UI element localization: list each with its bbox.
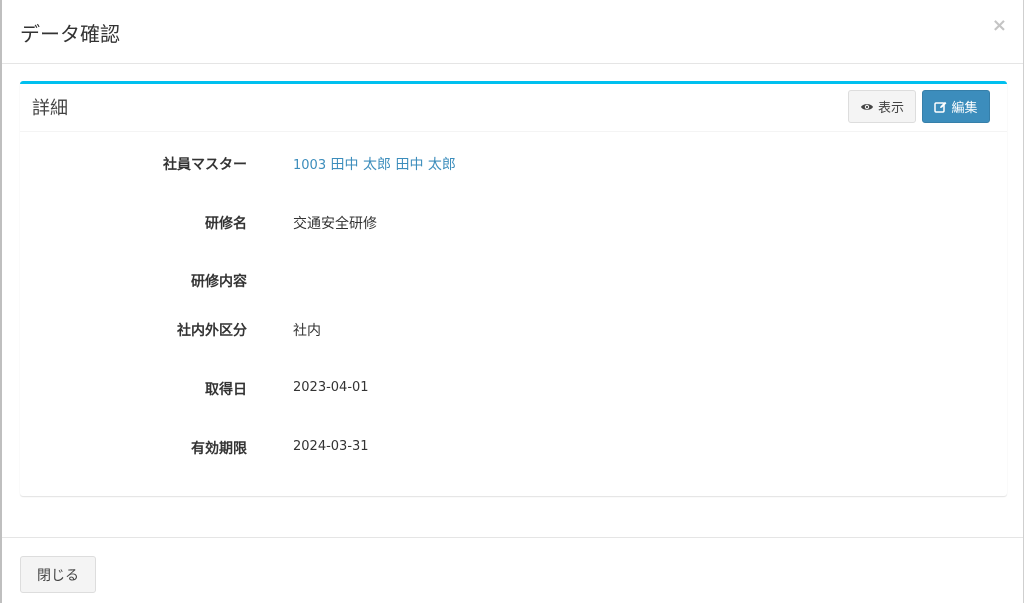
modal-header: データ確認 × bbox=[2, 0, 1023, 64]
close-button[interactable]: 閉じる bbox=[20, 556, 96, 593]
field-label: 研修内容 bbox=[191, 274, 247, 290]
detail-box-title: 詳細 bbox=[32, 98, 68, 119]
edit-icon bbox=[934, 101, 947, 113]
view-button[interactable]: 表示 bbox=[848, 90, 916, 123]
detail-box-header: 詳細 表示 編集 bbox=[20, 84, 1007, 132]
field-label: 社内外区分 bbox=[177, 323, 247, 339]
close-icon[interactable]: × bbox=[992, 16, 1007, 36]
field-label: 有効期限 bbox=[191, 441, 247, 457]
edit-button[interactable]: 編集 bbox=[922, 90, 990, 123]
eye-icon bbox=[860, 102, 874, 112]
employee-name: 田中 太郎 田中 太郎 bbox=[330, 157, 456, 173]
field-row-expiry-date: 有効期限 2024-03-31 bbox=[20, 438, 1007, 460]
field-label: 社員マスター bbox=[163, 157, 247, 173]
modal-footer: 閉じる bbox=[2, 537, 1023, 603]
field-label: 取得日 bbox=[205, 382, 247, 398]
detail-box: 詳細 表示 編集 社員マスター 1003 田中 太郎 田中 太郎 研修名 交通安… bbox=[20, 81, 1007, 496]
modal-title: データ確認 bbox=[20, 22, 120, 46]
field-label: 研修名 bbox=[205, 216, 247, 232]
field-value: 社内 bbox=[293, 323, 321, 339]
field-row-acquired-date: 取得日 2023-04-01 bbox=[20, 379, 1007, 401]
field-row-employee: 社員マスター 1003 田中 太郎 田中 太郎 bbox=[20, 154, 1007, 176]
field-row-training-name: 研修名 交通安全研修 bbox=[20, 213, 1007, 235]
view-button-label: 表示 bbox=[877, 101, 904, 116]
data-confirm-modal: データ確認 × 詳細 表示 編集 社員マスター 1003 田中 太郎 田中 太郎… bbox=[0, 0, 1024, 603]
edit-button-label: 編集 bbox=[951, 101, 978, 116]
field-value: 2023-04-01 bbox=[293, 380, 369, 395]
field-value: 2024-03-31 bbox=[293, 439, 369, 454]
field-row-category: 社内外区分 社内 bbox=[20, 320, 1007, 342]
employee-code: 1003 bbox=[293, 158, 327, 173]
field-row-training-content: 研修内容 bbox=[20, 271, 1007, 293]
field-value: 交通安全研修 bbox=[293, 216, 377, 232]
employee-link[interactable]: 1003 田中 太郎 田中 太郎 bbox=[293, 154, 456, 174]
